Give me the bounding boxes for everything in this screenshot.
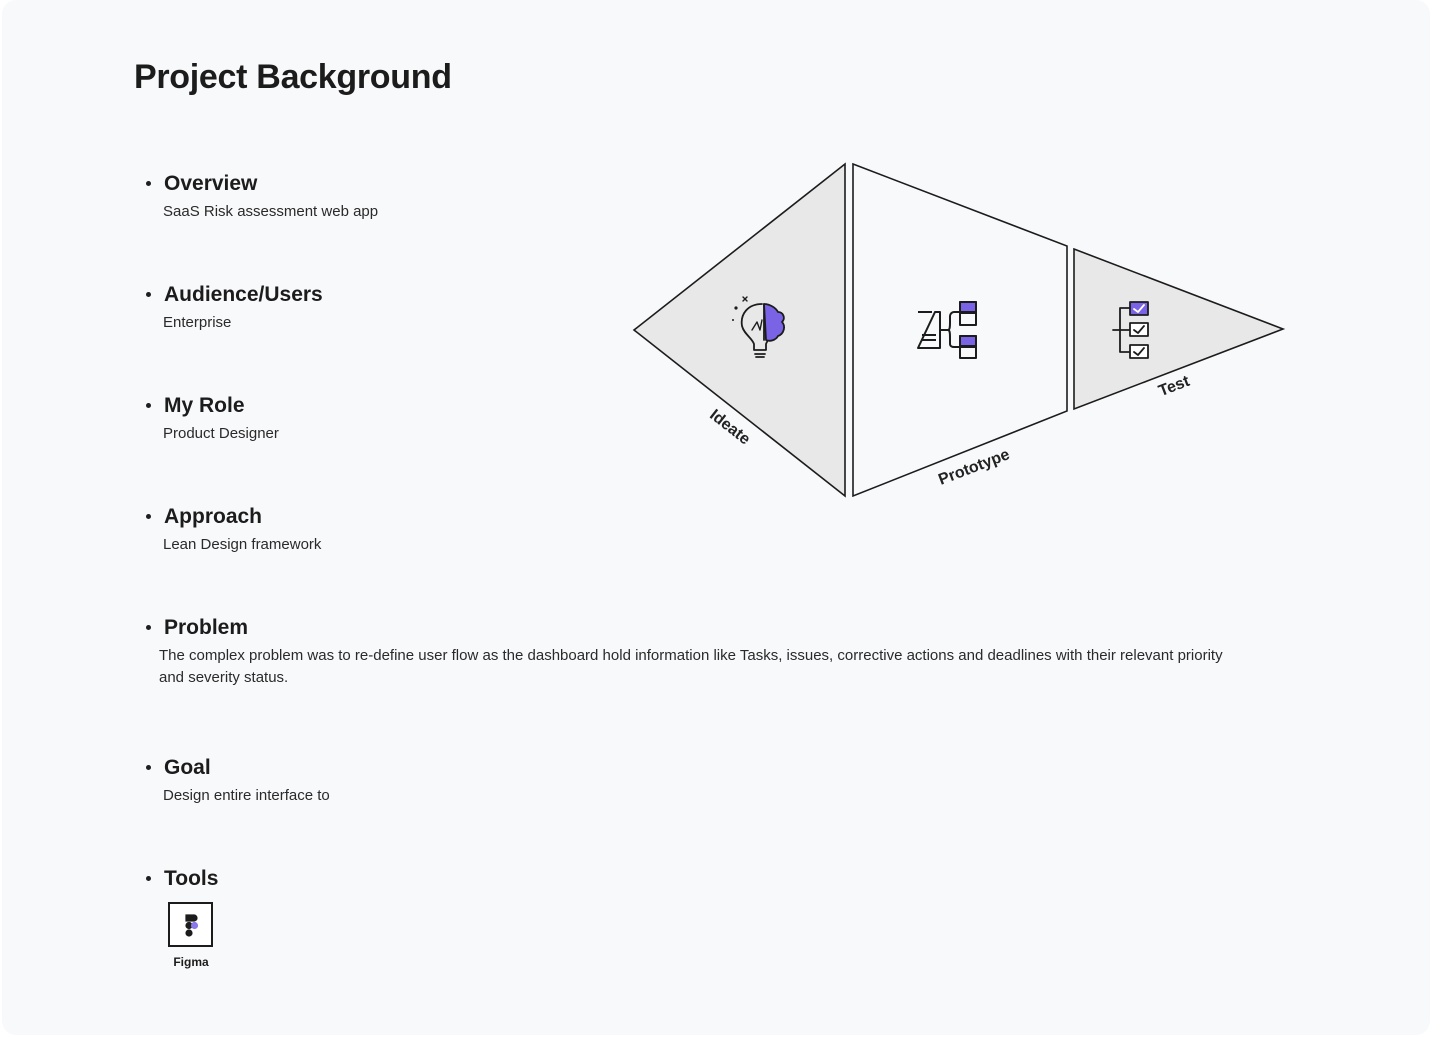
ideate-stage-shape bbox=[632, 162, 846, 498]
design-process-diagram: Ideate Prototype Test bbox=[632, 162, 1286, 498]
prototype-stage-shape bbox=[852, 162, 1068, 498]
test-label: Test bbox=[1156, 373, 1192, 400]
